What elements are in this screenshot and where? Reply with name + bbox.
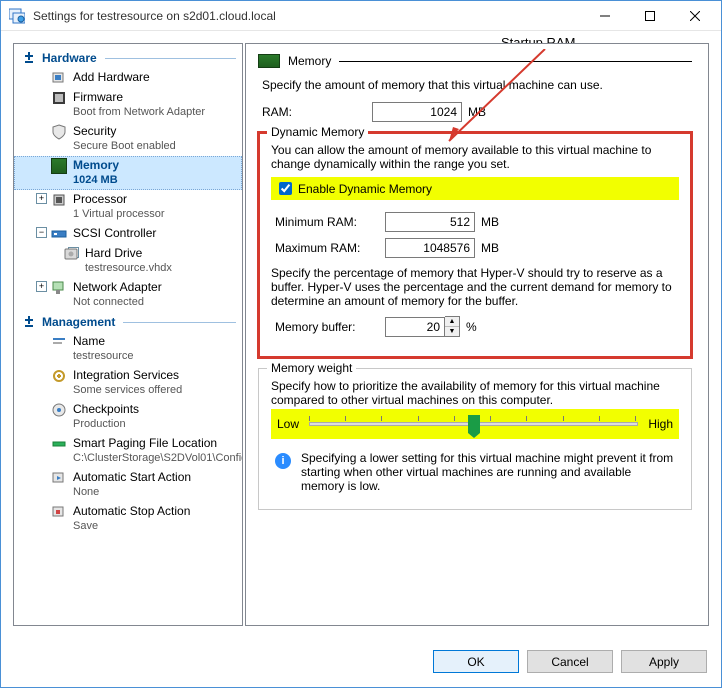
- integration-icon: [51, 368, 67, 384]
- buffer-spinner[interactable]: ▲ ▼: [445, 316, 460, 337]
- memory-description: Specify the amount of memory that this v…: [262, 78, 692, 92]
- ram-row: RAM: MB: [262, 102, 692, 122]
- close-button[interactable]: [672, 2, 717, 30]
- dynamic-memory-desc: You can allow the amount of memory avail…: [271, 143, 679, 171]
- smart-paging-icon: [51, 436, 67, 452]
- minimize-button[interactable]: [582, 2, 627, 30]
- nav-security[interactable]: Security Secure Boot enabled: [14, 122, 242, 156]
- memory-icon: [258, 54, 280, 68]
- memory-weight-info-text: Specifying a lower setting for this virt…: [301, 451, 675, 493]
- memory-weight-info: i Specifying a lower setting for this vi…: [271, 449, 679, 495]
- processor-icon: [51, 192, 67, 208]
- ok-button[interactable]: OK: [433, 650, 519, 673]
- nav-add-hardware[interactable]: Add Hardware: [14, 68, 242, 88]
- nav-checkpoints[interactable]: Checkpoints Production: [14, 400, 242, 434]
- security-icon: [51, 124, 67, 140]
- min-ram-row: Minimum RAM: MB: [275, 212, 679, 232]
- info-icon: i: [275, 453, 291, 469]
- memory-weight-slider-row: Low: [271, 409, 679, 439]
- slider-thumb-icon[interactable]: [468, 415, 480, 433]
- app-icon: [9, 8, 25, 24]
- nav-auto-start[interactable]: Automatic Start Action None: [14, 468, 242, 502]
- name-icon: [51, 334, 67, 350]
- expand-icon[interactable]: +: [36, 281, 47, 292]
- memory-weight-slider[interactable]: [309, 413, 638, 435]
- nav-firmware[interactable]: Firmware Boot from Network Adapter: [14, 88, 242, 122]
- nav-smart-paging[interactable]: Smart Paging File Location C:\ClusterSto…: [14, 434, 242, 468]
- memory-weight-desc: Specify how to prioritize the availabili…: [271, 379, 679, 407]
- buffer-input[interactable]: [385, 317, 445, 337]
- buffer-unit: %: [466, 320, 477, 334]
- titlebar: Settings for testresource on s2d01.cloud…: [1, 1, 721, 31]
- firmware-icon: [51, 90, 67, 106]
- ram-label: RAM:: [262, 105, 372, 119]
- content-header: Memory: [258, 54, 692, 68]
- buffer-desc: Specify the percentage of memory that Hy…: [271, 266, 679, 308]
- dynamic-memory-group: Dynamic Memory You can allow the amount …: [258, 132, 692, 358]
- management-icon: [22, 315, 36, 329]
- enable-dynamic-memory-row[interactable]: Enable Dynamic Memory: [271, 177, 679, 200]
- nav-memory[interactable]: Memory 1024 MB: [14, 156, 242, 190]
- nav-section-label: Management: [42, 315, 115, 329]
- nav-section-label: Hardware: [42, 51, 97, 65]
- maximize-button[interactable]: [627, 2, 672, 30]
- collapse-icon[interactable]: −: [36, 227, 47, 238]
- buffer-row: Memory buffer: ▲ ▼ %: [275, 316, 679, 337]
- nav-integration[interactable]: Integration Services Some services offer…: [14, 366, 242, 400]
- nav-processor[interactable]: + Processor 1 Virtual processor: [14, 190, 242, 224]
- memory-weight-group: Memory weight Specify how to prioritize …: [258, 368, 692, 510]
- content-title: Memory: [288, 54, 331, 68]
- nav-network-adapter[interactable]: + Network Adapter Not connected: [14, 278, 242, 312]
- settings-nav[interactable]: Hardware Add Hardware Firmware Boot from…: [13, 43, 243, 626]
- slider-high-label: High: [648, 417, 673, 431]
- dialog-footer: OK Cancel Apply: [1, 638, 721, 687]
- window-title: Settings for testresource on s2d01.cloud…: [33, 9, 582, 23]
- max-ram-label: Maximum RAM:: [275, 241, 385, 255]
- ram-unit: MB: [468, 105, 486, 119]
- network-adapter-icon: [51, 280, 67, 296]
- memory-weight-legend: Memory weight: [267, 361, 356, 375]
- nav-auto-stop[interactable]: Automatic Stop Action Save: [14, 502, 242, 536]
- ram-input[interactable]: [372, 102, 462, 122]
- slider-low-label: Low: [277, 417, 299, 431]
- dynamic-memory-legend: Dynamic Memory: [267, 125, 368, 139]
- nav-section-management: Management: [14, 312, 242, 332]
- checkpoints-icon: [51, 402, 67, 418]
- auto-start-icon: [51, 470, 67, 486]
- spinner-down-icon[interactable]: ▼: [445, 327, 459, 336]
- enable-dynamic-memory-label: Enable Dynamic Memory: [298, 182, 432, 196]
- enable-dynamic-memory-checkbox[interactable]: [279, 182, 292, 195]
- max-ram-input[interactable]: [385, 238, 475, 258]
- spinner-up-icon[interactable]: ▲: [445, 317, 459, 327]
- cancel-button[interactable]: Cancel: [527, 650, 613, 673]
- min-ram-unit: MB: [481, 215, 499, 229]
- buffer-label: Memory buffer:: [275, 320, 385, 334]
- nav-name[interactable]: Name testresource: [14, 332, 242, 366]
- min-ram-input[interactable]: [385, 212, 475, 232]
- scsi-icon: [51, 226, 67, 242]
- hardware-icon: [22, 51, 36, 65]
- nav-section-hardware: Hardware: [14, 48, 242, 68]
- apply-button[interactable]: Apply: [621, 650, 707, 673]
- add-hardware-icon: [51, 70, 67, 86]
- min-ram-label: Minimum RAM:: [275, 215, 385, 229]
- nav-scsi[interactable]: − SCSI Controller: [14, 224, 242, 244]
- settings-window: Settings for testresource on s2d01.cloud…: [0, 0, 722, 688]
- auto-stop-icon: [51, 504, 67, 520]
- max-ram-unit: MB: [481, 241, 499, 255]
- memory-settings-panel: Memory Specify the amount of memory that…: [245, 43, 709, 626]
- memory-icon: [51, 158, 67, 174]
- hard-drive-icon: [63, 246, 79, 262]
- expand-icon[interactable]: +: [36, 193, 47, 204]
- max-ram-row: Maximum RAM: MB: [275, 238, 679, 258]
- nav-hard-drive[interactable]: + Hard Drive testresource.vhdx: [14, 244, 242, 278]
